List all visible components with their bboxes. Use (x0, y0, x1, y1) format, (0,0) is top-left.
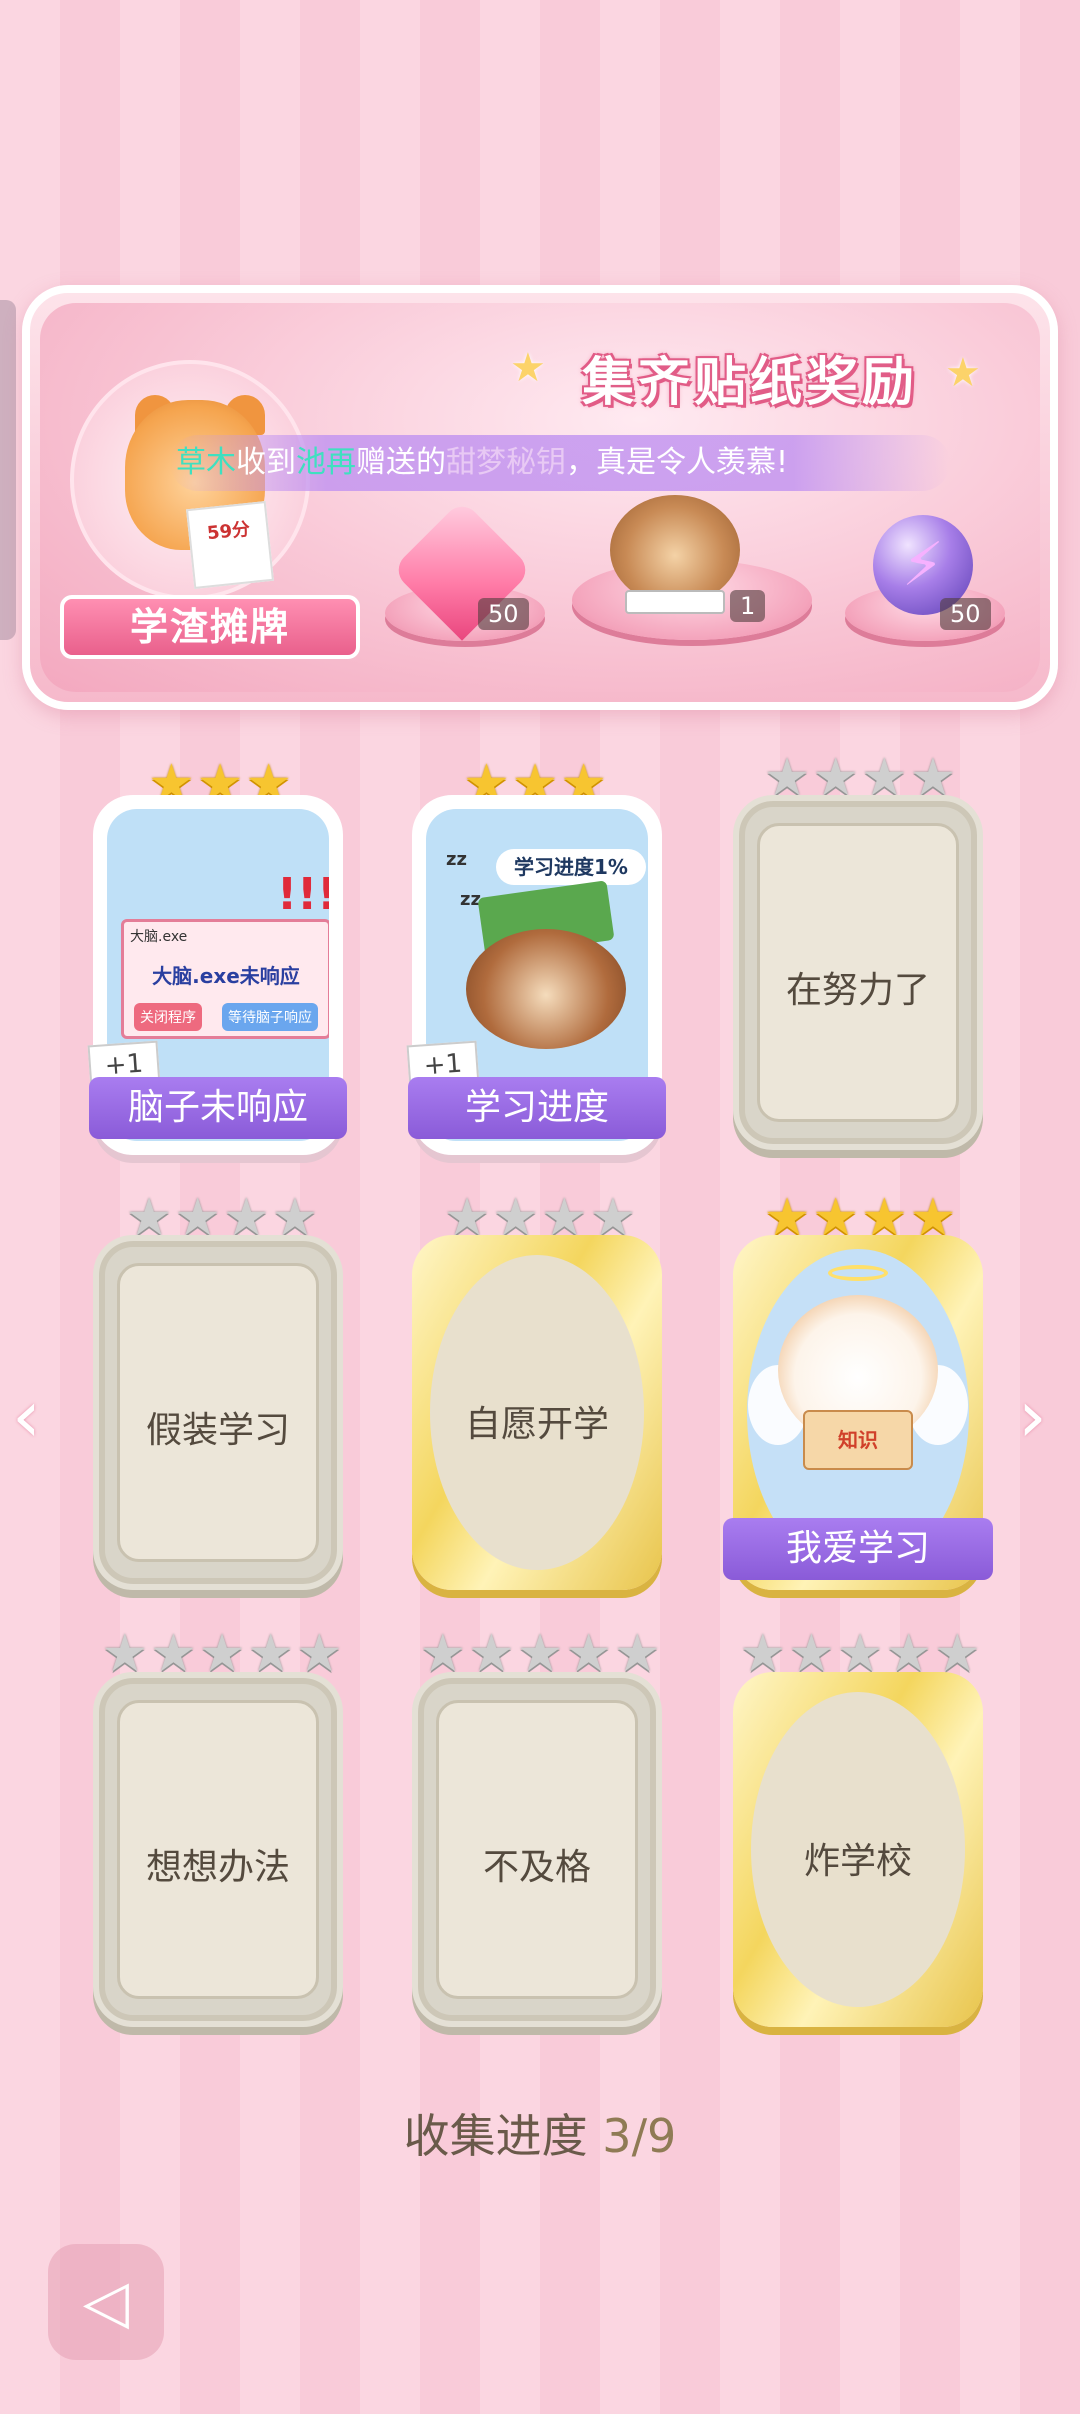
book-icon (625, 590, 725, 614)
sticker-name: 想想办法 (145, 1847, 290, 1888)
test-paper: 59分 (186, 501, 274, 589)
sticker-name: 我爱学习 (723, 1518, 993, 1580)
ticker-text: 赠送的 (356, 445, 446, 480)
collection-progress-label: 收集进度 (403, 2109, 588, 2163)
sticker-card[interactable]: 想想办法 (93, 1672, 343, 2027)
sticker-card[interactable]: 假装学习 (93, 1235, 343, 1590)
reward-count: 1 (730, 590, 766, 622)
sticker-name: 自愿开学 (464, 1404, 609, 1445)
sticker-name: 在努力了 (785, 970, 930, 1011)
dialog-title: 大脑.exe (130, 929, 188, 945)
star-icon: ★ (945, 350, 981, 396)
sticker-name: 脑子未响应 (89, 1077, 347, 1139)
sticker-card[interactable]: 学习进度1% zz zz +1 学习进度 (406, 795, 666, 1155)
sticker-name: 学习进度 (408, 1077, 666, 1139)
ticker-sender: 草木 (176, 445, 236, 480)
sticker-card[interactable]: 不及格 (412, 1672, 662, 2027)
monkey-reading-icon[interactable] (610, 495, 740, 605)
sleep-text: zz (446, 849, 467, 870)
sticker-card[interactable]: 在努力了 (733, 795, 983, 1150)
gift-ticker: 草木收到池再赠送的甜梦秘钥，真是令人羡慕! (170, 435, 950, 491)
wait-response-label: 等待脑子响应 (222, 1003, 318, 1031)
knowledge-book: 知识 (803, 1410, 913, 1470)
sticker-card[interactable]: !!! 大脑.exe 大脑.exe未响应 关闭程序 等待脑子响应 +1 脑子未响… (87, 795, 347, 1155)
sticker-card[interactable]: 自愿开学 (412, 1235, 662, 1590)
chevron-left-icon[interactable]: ‹ (12, 1380, 41, 1452)
sticker-name: 炸学校 (803, 1841, 912, 1882)
back-arrow-icon: ◁ (82, 2267, 130, 2337)
side-tab-handle[interactable] (0, 300, 16, 640)
ticker-text: 收到 (236, 445, 296, 480)
sticker-name: 假装学习 (145, 1410, 290, 1451)
back-button[interactable]: ◁ (48, 2244, 164, 2360)
sticker-card[interactable]: 知识 我爱学习 (723, 1235, 993, 1590)
ticker-text: ，真是令人羡慕! (566, 445, 789, 480)
ticker-gift: 甜梦秘钥 (446, 445, 566, 480)
sticker-name: 不及格 (482, 1847, 591, 1888)
collection-progress-value: 3/9 (602, 2109, 677, 2163)
chevron-right-icon[interactable]: › (1018, 1380, 1047, 1452)
halo-icon (828, 1265, 888, 1281)
banner-title: 集齐贴纸奖励 (581, 353, 918, 413)
exclaim-text: !!! (277, 869, 329, 920)
sticker-card[interactable]: 炸学校 (733, 1672, 983, 2027)
sloth-icon (466, 929, 626, 1049)
error-dialog: 大脑.exe 大脑.exe未响应 关闭程序 等待脑子响应 (121, 919, 329, 1039)
progress-bubble: 学习进度1% (496, 849, 646, 885)
tiger-badge-label[interactable]: 学渣摊牌 (60, 595, 360, 659)
ticker-receiver: 池再 (296, 445, 356, 480)
reward-count: 50 (478, 598, 529, 630)
dialog-message: 大脑.exe未响应 (152, 964, 300, 988)
reward-count: 50 (940, 598, 991, 630)
close-program-label: 关闭程序 (134, 1003, 202, 1031)
collection-progress: 收集进度 3/9 (0, 2100, 1080, 2166)
star-icon: ★ (510, 345, 546, 391)
